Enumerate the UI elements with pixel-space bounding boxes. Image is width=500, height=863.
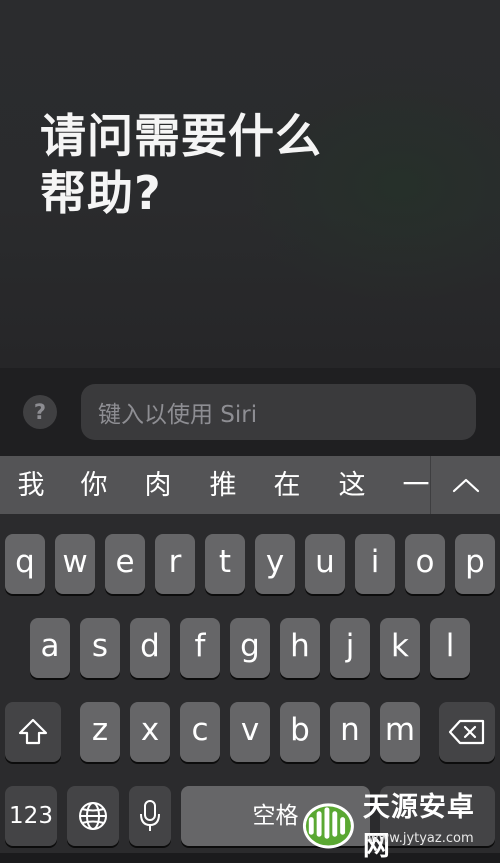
expand-candidates-button[interactable] (431, 456, 500, 514)
key-j[interactable]: j (330, 618, 370, 678)
shift-key[interactable] (5, 702, 61, 762)
siri-panel: 请问需要什么 帮助? (0, 0, 500, 368)
key-d[interactable]: d (130, 618, 170, 678)
key-f[interactable]: f (180, 618, 220, 678)
siri-prompt-line1: 请问需要什么 (40, 109, 322, 163)
chevron-up-icon (452, 478, 479, 493)
key-r[interactable]: r (155, 534, 195, 594)
candidate-word[interactable]: 在 (267, 456, 307, 514)
siri-prompt: 请问需要什么 帮助? (40, 108, 370, 222)
key-p[interactable]: p (455, 534, 495, 594)
key-e[interactable]: e (105, 534, 145, 594)
key-b[interactable]: b (280, 702, 320, 762)
candidate-word[interactable]: 我 (11, 456, 51, 514)
android-logo-icon (302, 803, 354, 849)
siri-prompt-line2: 帮助? (40, 166, 162, 220)
key-n[interactable]: n (330, 702, 370, 762)
key-q[interactable]: q (5, 534, 45, 594)
candidate-word[interactable]: 这 (332, 456, 372, 514)
key-c[interactable]: c (180, 702, 220, 762)
key-v[interactable]: v (230, 702, 270, 762)
input-placeholder: 键入以使用 Siri (98, 402, 258, 428)
globe-icon (79, 802, 107, 830)
key-s[interactable]: s (80, 618, 120, 678)
delete-key[interactable] (439, 702, 495, 762)
key-h[interactable]: h (280, 618, 320, 678)
key-o[interactable]: o (405, 534, 445, 594)
help-button[interactable]: ? (23, 395, 57, 429)
key-k[interactable]: k (380, 618, 420, 678)
candidate-word[interactable]: 肉 (138, 456, 178, 514)
key-t[interactable]: t (205, 534, 245, 594)
microphone-icon (140, 800, 160, 831)
numbers-key[interactable]: 123 (5, 786, 57, 846)
key-z[interactable]: z (80, 702, 120, 762)
key-m[interactable]: m (380, 702, 420, 762)
candidate-word[interactable]: 推 (203, 456, 243, 514)
key-i[interactable]: i (355, 534, 395, 594)
key-a[interactable]: a (30, 618, 70, 678)
key-g[interactable]: g (230, 618, 270, 678)
siri-text-input[interactable]: 键入以使用 Siri (81, 384, 476, 440)
delete-icon (448, 719, 485, 745)
watermark: 天源安卓网 www.jytyaz.com (300, 792, 500, 862)
key-l[interactable]: l (430, 618, 470, 678)
key-x[interactable]: x (130, 702, 170, 762)
watermark-text: 天源安卓网 (362, 792, 475, 862)
key-y[interactable]: y (255, 534, 295, 594)
shift-icon (18, 718, 48, 745)
key-w[interactable]: w (55, 534, 95, 594)
dictation-key[interactable] (129, 786, 171, 846)
watermark-url: www.jytyaz.com (368, 831, 474, 846)
key-u[interactable]: u (305, 534, 345, 594)
globe-key[interactable] (67, 786, 119, 846)
candidate-word[interactable]: 你 (74, 456, 114, 514)
